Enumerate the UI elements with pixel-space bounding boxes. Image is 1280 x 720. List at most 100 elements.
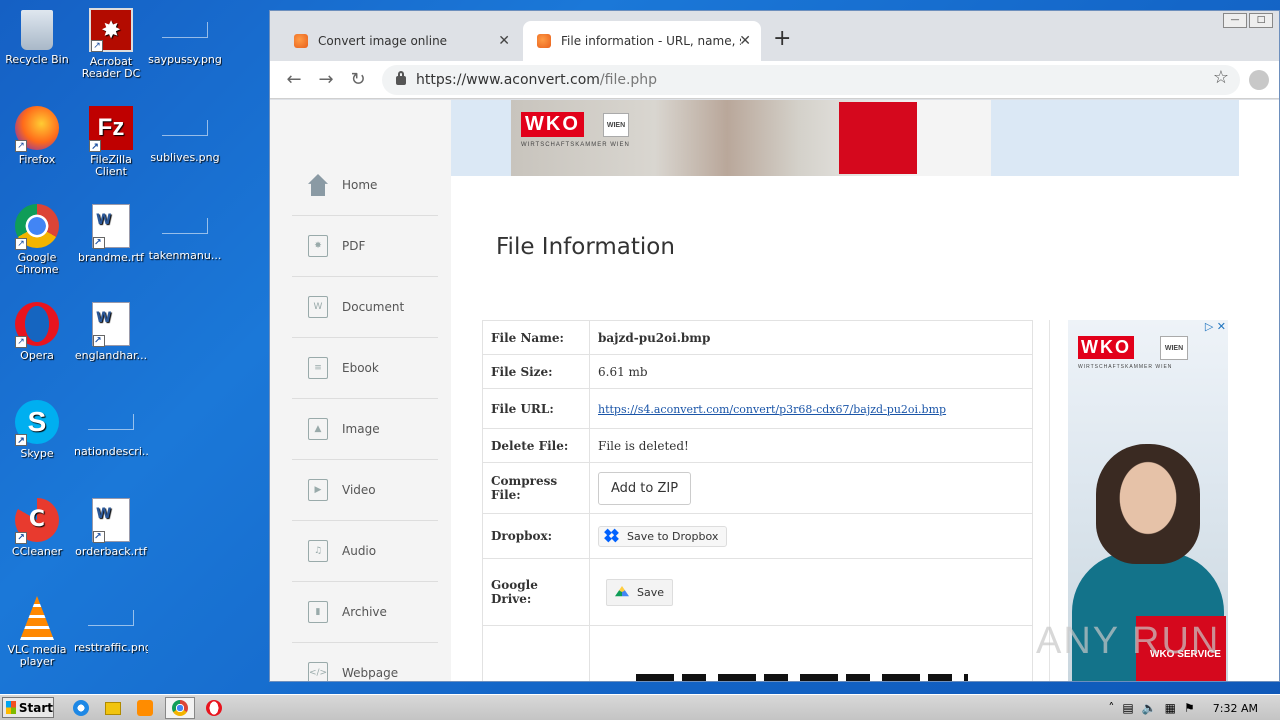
taskbar: Start ˄ ▤ 🔈 ▦ ⚑ 7:32 AM	[0, 694, 1280, 720]
url-path: /file.php	[599, 72, 658, 88]
windows-logo-icon	[6, 701, 16, 714]
action-center-flag-icon[interactable]: ⚑	[1184, 701, 1195, 715]
anyrun-watermark: ANY RUN	[1036, 620, 1221, 662]
wien-label: WIEN	[1160, 336, 1188, 360]
desktop-icon-skype[interactable]: S ↗ Skype	[0, 400, 74, 460]
sidebar-item-label: Webpage	[342, 666, 399, 680]
video-icon: ▶	[308, 479, 328, 501]
sidebar-item-ebook[interactable]: ≡ Ebook	[292, 338, 438, 399]
desktop-icon-opera[interactable]: ↗ Opera	[0, 302, 74, 362]
file-size-value: 6.61 mb	[589, 354, 1033, 389]
account-avatar-icon[interactable]	[1249, 70, 1269, 90]
vlc-icon	[20, 596, 54, 640]
table-row: Compress File: Add to ZIP	[482, 462, 1033, 514]
desktop-icon-brandme[interactable]: W ↗ brandme.rtf	[74, 204, 148, 264]
word-document-icon: W ↗	[92, 498, 130, 543]
sidebar-item-image[interactable]: ▲ Image	[292, 399, 438, 460]
network-status-icon[interactable]: ▦	[1165, 701, 1176, 715]
desktop-icon-chrome[interactable]: ↗ Google Chrome	[0, 204, 74, 276]
file-url-link[interactable]: https://s4.aconvert.com/convert/p3r68-cd…	[598, 403, 946, 416]
category-sidebar: Home ✸ PDF W Document ≡ Ebook ▲ Image ▶ …	[270, 100, 451, 681]
desktop-icon-englandhar[interactable]: W ↗ englandhar...	[74, 302, 148, 362]
ebook-icon: ≡	[308, 357, 328, 379]
desktop-icon-recycle-bin[interactable]: Recycle Bin	[0, 8, 74, 66]
media-player-icon[interactable]	[134, 698, 156, 718]
table-row: Dropbox: Save to Dropbox	[482, 513, 1033, 559]
recycle-bin-icon	[21, 10, 53, 50]
delivery-box-image	[839, 102, 917, 174]
desktop-icon-orderback[interactable]: W ↗ orderback.rtf	[74, 498, 148, 558]
desktop-icon-resttraffic[interactable]: resttraffic.png	[74, 596, 148, 654]
network-icon[interactable]: ▤	[1122, 701, 1133, 715]
file-name-value: bajzd-pu2oi.bmp	[589, 320, 1033, 355]
lock-icon	[396, 70, 406, 85]
sidebar-item-label: Video	[342, 483, 376, 497]
desktop-icon-sublives[interactable]: sublives.png	[148, 106, 222, 164]
chrome-taskbar-icon[interactable]	[165, 697, 195, 719]
window-controls: — □	[1223, 13, 1273, 28]
tab-convert-image[interactable]: Convert image online ✕	[280, 21, 520, 61]
new-tab-button[interactable]: +	[773, 26, 791, 51]
internet-explorer-icon[interactable]	[70, 698, 92, 718]
sidebar-item-label: Image	[342, 422, 380, 436]
close-tab-icon[interactable]: ✕	[739, 33, 751, 49]
close-tab-icon[interactable]: ✕	[498, 33, 510, 49]
wien-label: WIEN	[603, 113, 629, 137]
minimize-button[interactable]: —	[1223, 13, 1247, 28]
file-icon	[88, 414, 134, 430]
page-viewport: Home ✸ PDF W Document ≡ Ebook ▲ Image ▶ …	[270, 100, 1279, 681]
forward-button[interactable]: →	[310, 69, 342, 90]
save-to-google-drive-button[interactable]: Save	[606, 578, 674, 606]
clock[interactable]: 7:32 AM	[1213, 702, 1258, 715]
table-row: Delete File: File is deleted!	[482, 428, 1033, 463]
back-button[interactable]: ←	[278, 69, 310, 90]
desktop-icon-nationdescri[interactable]: nationdescri...	[74, 400, 148, 458]
wko-logo: WKO	[521, 112, 584, 137]
banner-ad[interactable]: WKO WIEN WIRTSCHAFTSKAMMER WIEN	[451, 100, 1239, 176]
sidebar-item-archive[interactable]: ▮ Archive	[292, 582, 438, 643]
file-info-table: File Name: bajzd-pu2oi.bmp File Size: 6.…	[482, 320, 1033, 681]
filezilla-icon: Fz ↗	[89, 106, 133, 152]
save-to-dropbox-button[interactable]: Save to Dropbox	[598, 525, 728, 547]
compress-file-key: Compress File:	[482, 462, 590, 514]
start-button[interactable]: Start	[2, 697, 54, 718]
ad-choices-close-icon[interactable]: ▷ ✕	[1205, 320, 1226, 333]
bookmark-star-icon[interactable]: ☆	[1213, 67, 1229, 88]
image-file-icon	[162, 120, 208, 136]
ccleaner-icon: C ↗	[15, 498, 59, 544]
maximize-button[interactable]: □	[1249, 13, 1273, 28]
sidebar-item-video[interactable]: ▶ Video	[292, 460, 438, 521]
sidebar-item-webpage[interactable]: </> Webpage	[292, 643, 438, 681]
tab-file-information[interactable]: File information - URL, name, size an ✕	[523, 21, 761, 61]
sidebar-item-pdf[interactable]: ✸ PDF	[292, 216, 438, 277]
qr-cell	[589, 625, 1033, 681]
address-bar[interactable]: https://www.aconvert.com/file.php	[382, 65, 1240, 95]
desktop-icon-saypussy[interactable]: saypussy.png	[148, 8, 222, 66]
acrobat-icon: ✸ ↗	[89, 8, 133, 52]
table-row: File URL: https://s4.aconvert.com/conver…	[482, 388, 1033, 429]
desktop-icon-filezilla[interactable]: Fz ↗ FileZilla Client	[74, 106, 148, 178]
volume-icon[interactable]: 🔈	[1142, 701, 1157, 715]
image-file-icon	[88, 610, 134, 626]
dropbox-key: Dropbox:	[482, 513, 590, 559]
word-document-icon: W ↗	[92, 302, 130, 347]
file-explorer-icon[interactable]	[102, 698, 124, 718]
table-row	[482, 625, 1033, 681]
add-to-zip-button[interactable]: Add to ZIP	[598, 471, 692, 505]
show-hidden-icons-icon[interactable]: ˄	[1108, 701, 1114, 715]
ad-person-face	[1096, 444, 1200, 564]
desktop-icon-vlc[interactable]: VLC media player	[0, 596, 74, 668]
desktop-icon-takenmanu[interactable]: takenmanu...	[148, 204, 222, 262]
sidebar-item-label: Home	[342, 178, 378, 192]
desktop-icon-firefox[interactable]: ↗ Firefox	[0, 106, 74, 166]
sidebar-item-home[interactable]: Home	[292, 155, 438, 216]
reload-button[interactable]: ↻	[342, 69, 374, 90]
opera-taskbar-icon[interactable]	[203, 698, 225, 718]
audio-icon: ♫	[308, 540, 328, 562]
desktop-icon-ccleaner[interactable]: C ↗ CCleaner	[0, 498, 74, 558]
ad-subtitle: WIRTSCHAFTSKAMMER WIEN	[1078, 364, 1173, 370]
desktop-icon-acrobat[interactable]: ✸ ↗ Acrobat Reader DC	[74, 8, 148, 80]
tab-bar: Convert image online ✕ File information …	[270, 11, 1279, 61]
sidebar-item-document[interactable]: W Document	[292, 277, 438, 338]
sidebar-item-audio[interactable]: ♫ Audio	[292, 521, 438, 582]
